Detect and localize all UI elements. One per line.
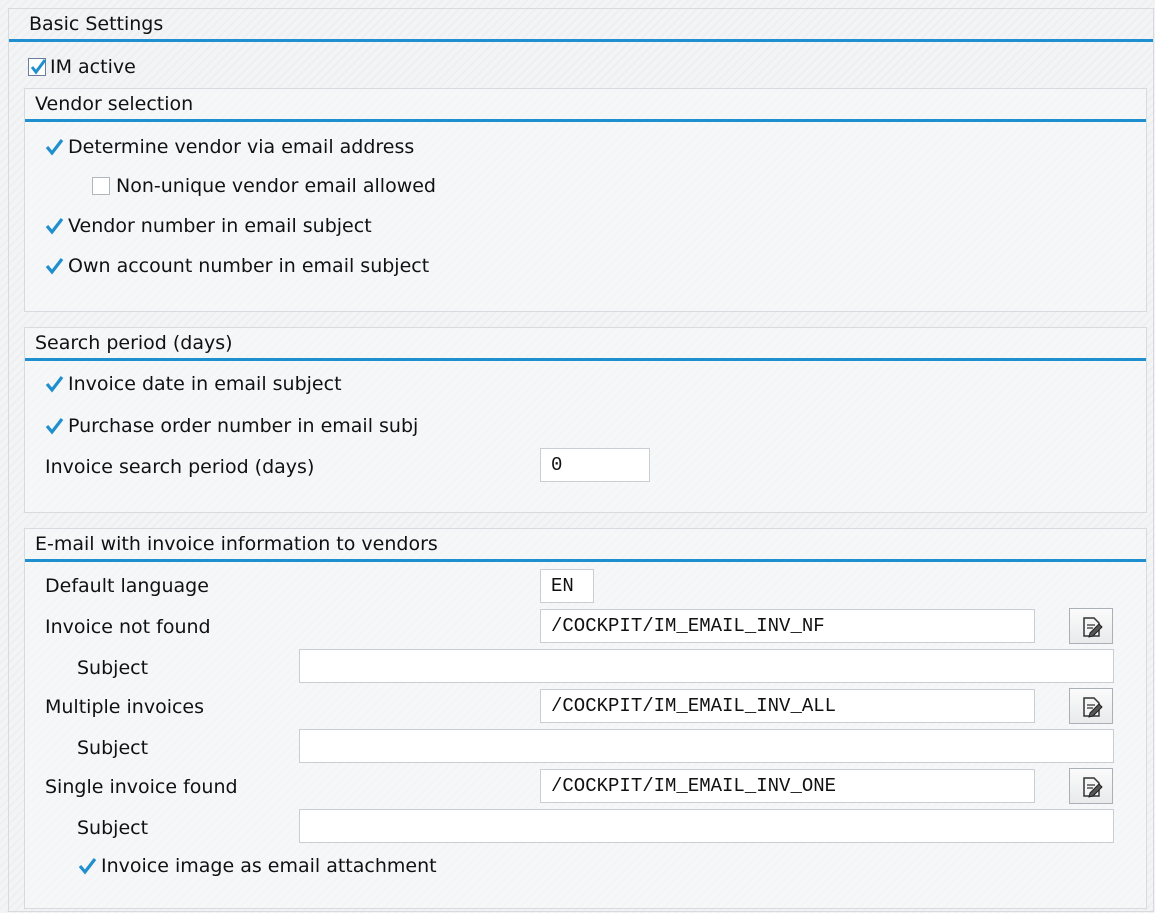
- im-active-label: IM active: [50, 56, 136, 78]
- invoice-image-attachment-label: Invoice image as email attachment: [101, 855, 437, 877]
- subject-nf-field[interactable]: [299, 649, 1114, 683]
- multiple-invoices-label: Multiple invoices: [45, 696, 205, 718]
- subject-label: Subject: [77, 737, 149, 759]
- basic-settings-title: Basic Settings: [9, 9, 1153, 42]
- basic-settings-group: Basic Settings IM active Vendor selectio…: [8, 8, 1154, 912]
- unchecked-box-icon: [92, 177, 110, 195]
- check-icon: [77, 857, 97, 875]
- subject-label: Subject: [77, 817, 149, 839]
- invoice-not-found-field[interactable]: /COCKPIT/IM_EMAIL_INV_NF: [540, 609, 1035, 643]
- invoice-search-period-label: Invoice search period (days): [45, 456, 315, 478]
- email-invoice-info-title: E-mail with invoice information to vendo…: [25, 529, 1146, 562]
- email-invoice-info-group: E-mail with invoice information to vendo…: [24, 528, 1147, 909]
- subject-all-field[interactable]: [299, 729, 1114, 763]
- default-language-label: Default language: [45, 575, 209, 597]
- vendor-number-subject-label: Vendor number in email subject: [68, 215, 372, 237]
- edit-document-icon: [1083, 617, 1103, 638]
- edit-document-icon: [1083, 697, 1103, 718]
- check-icon: [28, 58, 47, 76]
- invoice-search-period-field[interactable]: 0: [540, 448, 650, 482]
- invoice-not-found-label: Invoice not found: [45, 616, 211, 638]
- edit-single-button[interactable]: [1069, 768, 1113, 804]
- single-invoice-found-field[interactable]: /COCKPIT/IM_EMAIL_INV_ONE: [540, 769, 1035, 803]
- check-icon: [44, 257, 64, 275]
- determine-vendor-email-label: Determine vendor via email address: [68, 136, 415, 158]
- non-unique-email-label: Non-unique vendor email allowed: [116, 175, 436, 197]
- edit-not-found-button[interactable]: [1069, 608, 1113, 644]
- multiple-invoices-field[interactable]: /COCKPIT/IM_EMAIL_INV_ALL: [540, 689, 1035, 723]
- vendor-selection-group: Vendor selection Determine vendor via em…: [24, 88, 1147, 312]
- check-icon: [44, 417, 64, 435]
- default-language-field[interactable]: EN: [540, 569, 594, 603]
- own-account-subject-label: Own account number in email subject: [68, 255, 430, 277]
- edit-document-icon: [1083, 777, 1103, 798]
- search-period-group: Search period (days) Invoice date in ema…: [24, 327, 1147, 513]
- check-icon: [44, 375, 64, 393]
- po-number-subject-label: Purchase order number in email subj: [68, 415, 419, 437]
- check-icon: [44, 138, 64, 156]
- vendor-selection-title: Vendor selection: [25, 89, 1146, 122]
- search-period-title: Search period (days): [25, 328, 1146, 361]
- check-icon: [44, 217, 64, 235]
- edit-multiple-button[interactable]: [1069, 688, 1113, 724]
- subject-label: Subject: [77, 657, 149, 679]
- subject-one-field[interactable]: [299, 809, 1114, 843]
- invoice-date-subject-label: Invoice date in email subject: [68, 373, 342, 395]
- single-invoice-found-label: Single invoice found: [45, 776, 238, 798]
